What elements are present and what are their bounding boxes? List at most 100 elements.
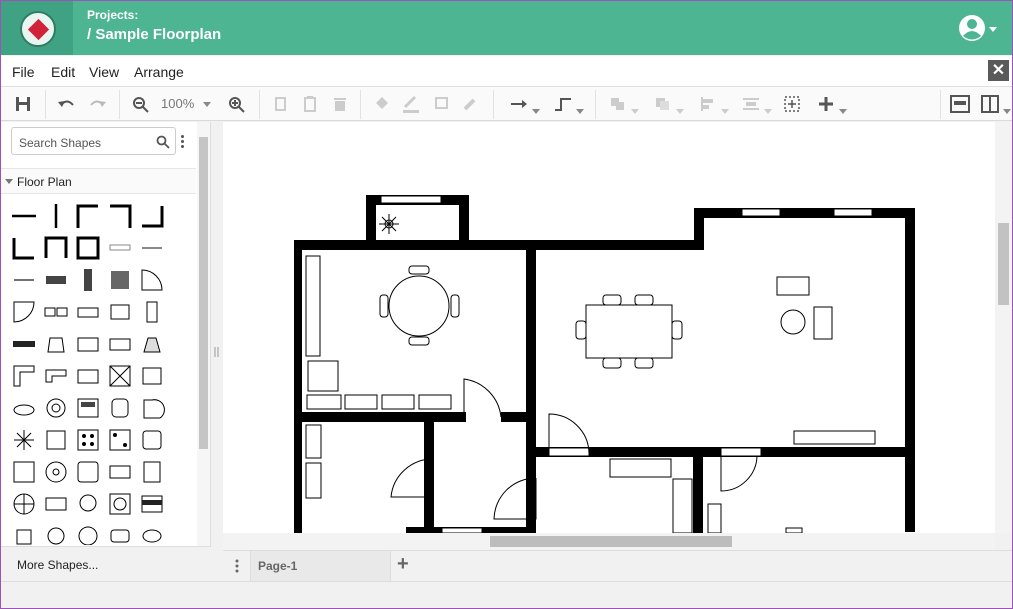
- shape-thumbnail[interactable]: [10, 458, 38, 486]
- delete-icon[interactable]: [331, 93, 349, 115]
- line-color-icon[interactable]: [401, 93, 421, 115]
- shape-thumbnail[interactable]: [74, 202, 102, 230]
- floor-plan-section[interactable]: Floor Plan: [1, 168, 196, 194]
- redo-icon[interactable]: [86, 93, 108, 115]
- shape-thumbnail[interactable]: [106, 362, 134, 390]
- shape-thumbnail[interactable]: [42, 266, 70, 294]
- select-all-icon[interactable]: [782, 93, 802, 115]
- layer-dropdown[interactable]: [650, 93, 686, 115]
- diagram-canvas[interactable]: [223, 122, 995, 533]
- shape-thumbnail[interactable]: [10, 330, 38, 358]
- shape-thumbnail[interactable]: [74, 458, 102, 486]
- shape-thumbnail[interactable]: [10, 234, 38, 262]
- document-title[interactable]: / Sample Floorplan: [87, 26, 221, 43]
- fill-color-icon[interactable]: [372, 93, 392, 115]
- paste-icon[interactable]: [301, 93, 319, 115]
- format-panel-icon[interactable]: [949, 93, 971, 115]
- shape-thumbnail[interactable]: [10, 362, 38, 390]
- shape-thumbnail[interactable]: [138, 298, 166, 326]
- format-painter-icon[interactable]: [461, 93, 481, 115]
- app-logo[interactable]: [1, 1, 73, 55]
- shape-thumbnail[interactable]: [74, 426, 102, 454]
- page-menu-icon[interactable]: [235, 559, 239, 573]
- waypoints-dropdown[interactable]: [550, 93, 586, 115]
- shape-thumbnail[interactable]: [106, 202, 134, 230]
- shape-thumbnail[interactable]: [138, 266, 166, 294]
- shape-thumbnail[interactable]: [42, 458, 70, 486]
- shape-thumbnail[interactable]: [106, 490, 134, 518]
- shape-thumbnail[interactable]: [10, 202, 38, 230]
- align-dropdown[interactable]: [695, 93, 731, 115]
- shape-thumbnail[interactable]: [138, 202, 166, 230]
- zoom-out-icon[interactable]: [131, 93, 151, 115]
- shape-thumbnail[interactable]: [42, 490, 70, 518]
- shape-thumbnail[interactable]: [42, 394, 70, 422]
- arrange-dropdown[interactable]: [605, 93, 641, 115]
- shape-thumbnail[interactable]: [106, 234, 134, 262]
- close-icon[interactable]: ✕: [988, 60, 1009, 81]
- shape-thumbnail[interactable]: [74, 266, 102, 294]
- distribute-dropdown[interactable]: [738, 93, 774, 115]
- shape-thumbnail[interactable]: [106, 298, 134, 326]
- canvas-vertical-scrollbar[interactable]: [995, 122, 1012, 533]
- menu-view[interactable]: View: [89, 64, 119, 80]
- shape-thumbnail[interactable]: [106, 522, 134, 545]
- shape-thumbnail[interactable]: [106, 266, 134, 294]
- shape-thumbnail[interactable]: [138, 522, 166, 545]
- shape-thumbnail[interactable]: [42, 234, 70, 262]
- shape-thumbnail[interactable]: [74, 234, 102, 262]
- shape-thumbnail[interactable]: [42, 362, 70, 390]
- shape-thumbnail[interactable]: [42, 202, 70, 230]
- zoom-dropdown[interactable]: 100%: [161, 96, 216, 118]
- shape-thumbnail[interactable]: [10, 522, 38, 545]
- sidebar-menu-icon[interactable]: [181, 135, 185, 150]
- shape-thumbnail[interactable]: [42, 298, 70, 326]
- shape-thumbnail[interactable]: [10, 490, 38, 518]
- more-shapes-link[interactable]: More Shapes...: [1, 546, 211, 581]
- shape-thumbnail[interactable]: [74, 362, 102, 390]
- user-menu-button[interactable]: [957, 13, 1001, 43]
- shape-thumbnail[interactable]: [138, 394, 166, 422]
- shape-thumbnail[interactable]: [106, 330, 134, 358]
- shape-thumbnail[interactable]: [138, 330, 166, 358]
- shape-thumbnail[interactable]: [74, 394, 102, 422]
- shape-thumbnail[interactable]: [10, 266, 38, 294]
- shape-thumbnail[interactable]: [74, 490, 102, 518]
- app-header: Projects: / Sample Floorplan: [1, 1, 1012, 55]
- menu-file[interactable]: File: [12, 64, 35, 80]
- insert-dropdown[interactable]: [813, 93, 849, 115]
- layout-dropdown[interactable]: [979, 93, 1012, 115]
- shape-thumbnail[interactable]: [138, 458, 166, 486]
- shape-thumbnail[interactable]: [42, 522, 70, 545]
- menu-edit[interactable]: Edit: [51, 64, 75, 80]
- canvas-horizontal-scrollbar[interactable]: [223, 533, 995, 550]
- shape-thumbnail[interactable]: [138, 490, 166, 518]
- menu-arrange[interactable]: Arrange: [134, 64, 184, 80]
- shape-thumbnail[interactable]: [42, 426, 70, 454]
- copy-icon[interactable]: [271, 93, 289, 115]
- user-icon: [959, 15, 997, 41]
- shape-thumbnail[interactable]: [74, 298, 102, 326]
- zoom-in-icon[interactable]: [227, 93, 247, 115]
- shadow-icon[interactable]: [432, 93, 452, 115]
- add-page-button[interactable]: +: [397, 553, 409, 576]
- shape-thumbnail[interactable]: [42, 330, 70, 358]
- panel-splitter[interactable]: [211, 122, 223, 546]
- shape-thumbnail[interactable]: [106, 458, 134, 486]
- shape-thumbnail[interactable]: [138, 426, 166, 454]
- search-shapes-input[interactable]: Search Shapes: [11, 127, 176, 155]
- shape-thumbnail[interactable]: [74, 330, 102, 358]
- shape-thumbnail[interactable]: [74, 522, 102, 545]
- connection-style-dropdown[interactable]: [506, 93, 542, 115]
- shape-thumbnail[interactable]: [10, 426, 38, 454]
- shape-thumbnail[interactable]: [10, 298, 38, 326]
- tab-page-1[interactable]: Page-1: [250, 551, 391, 581]
- undo-icon[interactable]: [56, 93, 78, 115]
- shape-thumbnail[interactable]: [106, 426, 134, 454]
- sidebar-scrollbar[interactable]: [197, 122, 210, 546]
- shape-thumbnail[interactable]: [138, 362, 166, 390]
- shape-thumbnail[interactable]: [138, 234, 166, 262]
- save-icon[interactable]: [13, 93, 33, 115]
- shape-thumbnail[interactable]: [10, 394, 38, 422]
- shape-thumbnail[interactable]: [106, 394, 134, 422]
